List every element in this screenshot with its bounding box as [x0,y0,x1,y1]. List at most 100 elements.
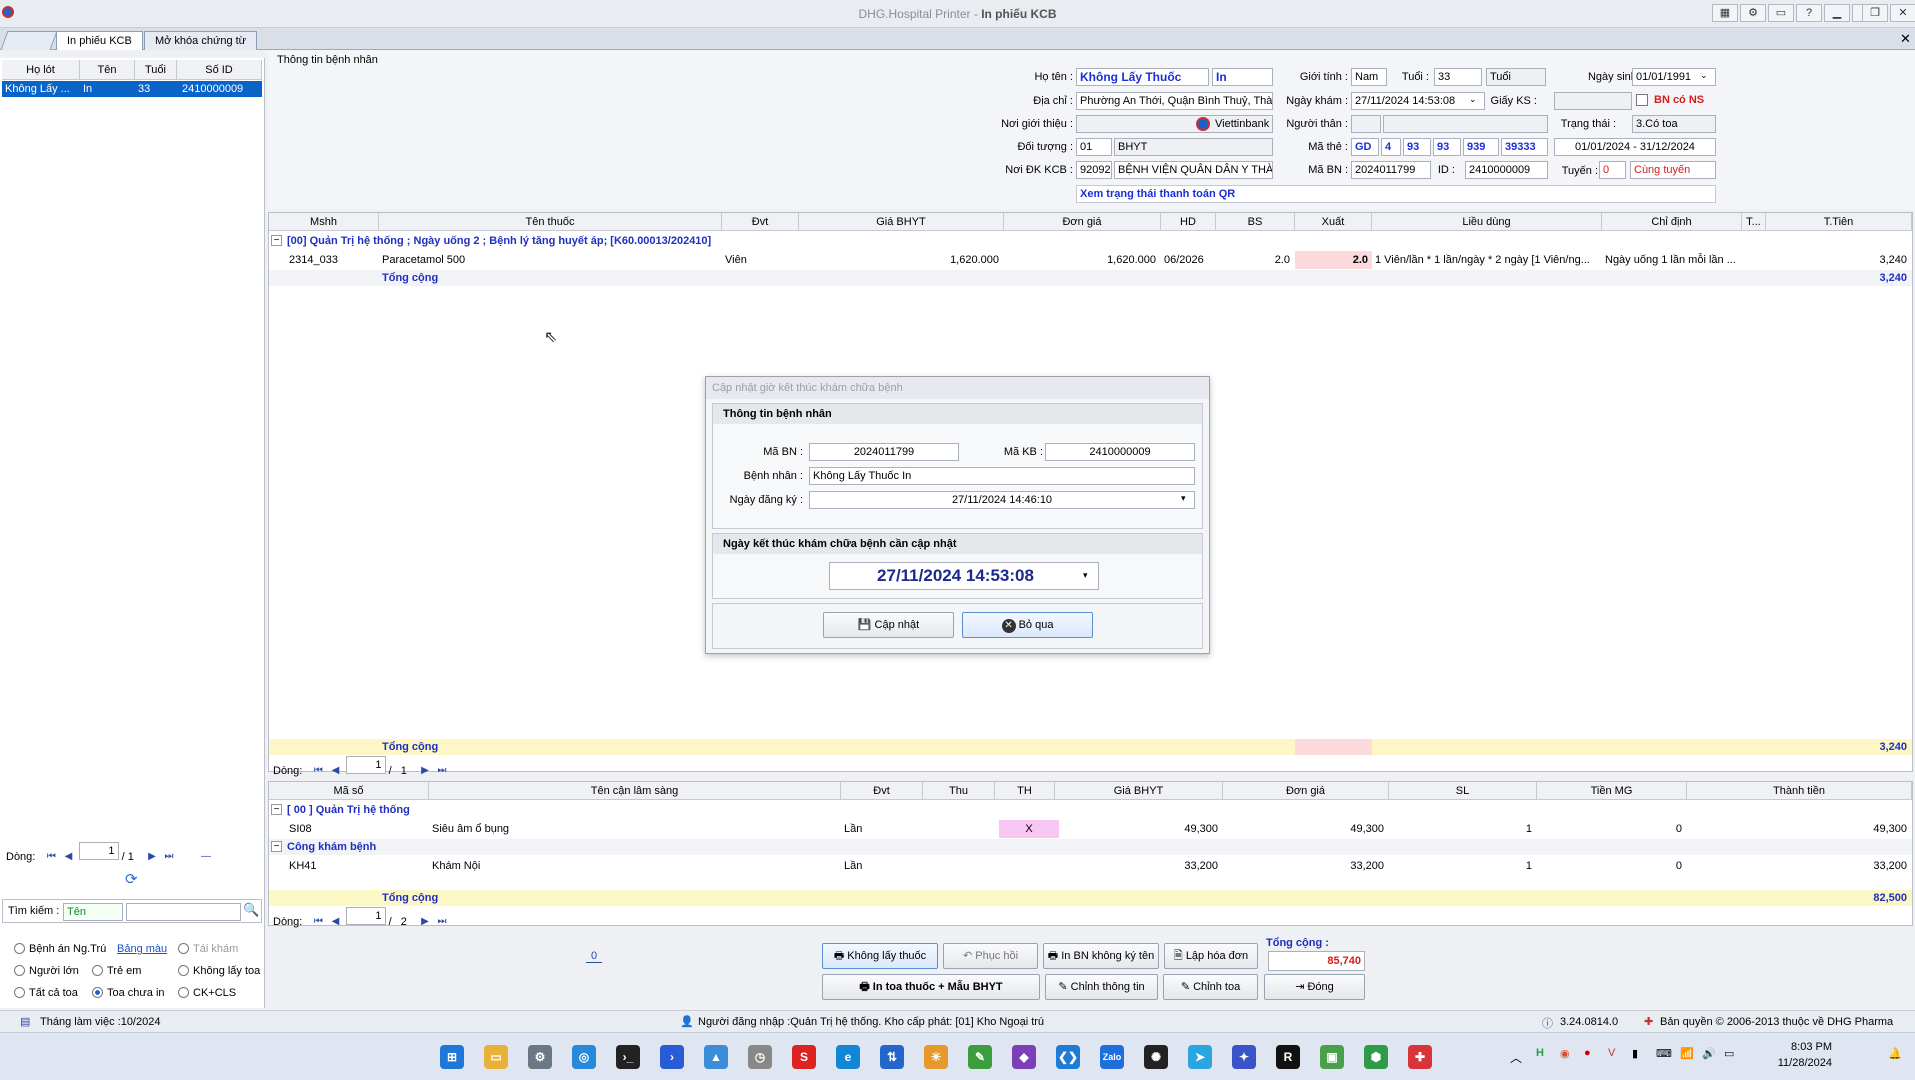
drug-group-row[interactable]: − [00] Quản Trị hệ thống ; Ngày uống 2 ;… [269,233,1912,249]
col-don-gia[interactable]: Đơn giá [1223,782,1389,800]
terminal-icon[interactable]: ›_ [616,1045,640,1069]
tab-mo-khoa[interactable]: Mở khóa chứng từ [144,31,258,50]
tuoi-input[interactable]: 33 [1434,68,1482,86]
maximize-button[interactable]: ❐ [1862,4,1888,22]
settings-icon[interactable]: ⚙ [1740,4,1766,22]
end-date-picker[interactable]: 27/11/2024 14:53:08 [829,562,1099,590]
dia-chi-input[interactable]: Phường An Thới, Quận Bình Thuỷ, Thành [1076,92,1273,110]
ma-bn-input[interactable]: 2024011799 [1351,161,1431,179]
close-button[interactable]: ✕ [1890,4,1915,22]
col-thanh-tien[interactable]: Thành tiền [1687,782,1912,800]
col-ten[interactable]: Tên [80,60,135,80]
ma-the-part[interactable]: 4 [1381,138,1401,156]
notification-bell-icon[interactable]: 🔔 [1888,1047,1902,1060]
col-don-gia[interactable]: Đơn giá [1004,213,1161,231]
calculator-icon[interactable]: ▦ [1712,4,1738,22]
col-tien-mg[interactable]: Tiền MG [1537,782,1687,800]
ma-kb-input[interactable]: 2410000009 [1045,443,1195,461]
refresh-icon[interactable]: ⟳ [125,870,138,888]
nguoi-than-code[interactable] [1351,115,1381,133]
clock-app-icon[interactable]: ◷ [748,1045,772,1069]
edge-browser-icon[interactable]: e [836,1045,860,1069]
col-xuat[interactable]: Xuất [1295,213,1372,231]
lap-hoa-don-button[interactable]: 🗎 Lập hóa đơn [1164,943,1258,969]
tray-battery-icon[interactable]: ▮ [1632,1047,1638,1060]
col-lieu-dung[interactable]: Liều dùng [1372,213,1602,231]
patient-row[interactable]: Không Lấy ... In 33 2410000009 [2,81,262,97]
option-toa-chua-in[interactable]: Toa chưa in [92,986,165,1000]
battery-icon[interactable]: ▭ [1724,1047,1734,1060]
search-input[interactable] [126,903,241,921]
noi-dk-input[interactable]: BỆNH VIỆN QUÂN DÂN Y THÀ [1114,161,1273,179]
cls-row[interactable]: KH41 Khám Nội Lần 33,200 33,200 1 0 33,2… [269,857,1912,875]
collapse-icon[interactable]: − [271,804,282,815]
design-app-icon[interactable]: ✦ [1232,1045,1256,1069]
drug-row[interactable]: 2314_033 Paracetamol 500 Viên 1,620.000 … [269,251,1912,269]
option-tat-ca-toa[interactable]: Tất cả toa [14,986,78,1000]
option-tai-kham[interactable]: Tái khám [178,942,238,956]
col-ma-so[interactable]: Mã số [269,782,429,800]
color-link[interactable]: Bảng màu [117,942,167,956]
next-page-icon[interactable]: ▶ [145,850,159,864]
col-ho-lot[interactable]: Họ lót [2,60,80,80]
window-icon[interactable]: ▭ [1768,4,1794,22]
first-page-icon[interactable]: ⏮ [311,764,325,778]
cap-nhat-button[interactable]: 💾 Cập nhật [823,612,954,638]
tray-keyboard-icon[interactable]: ⌨ [1656,1047,1672,1060]
page-input[interactable]: 1 [78,842,119,860]
hex-app-icon[interactable]: ⬢ [1364,1045,1388,1069]
bn-co-ns-checkbox[interactable] [1636,94,1648,106]
first-page-icon[interactable]: ⏮ [311,915,325,929]
collapse-icon[interactable]: − [271,841,282,852]
tab-blank[interactable] [0,31,58,50]
page-input[interactable]: 1 [345,907,386,925]
page-input[interactable]: 1 [345,756,386,774]
col-mshh[interactable]: Mshh [269,213,379,231]
ma-the-part[interactable]: 93 [1403,138,1431,156]
wifi-icon[interactable]: 📶 [1680,1047,1694,1060]
search-app-icon[interactable]: ◎ [572,1045,596,1069]
next-page-icon[interactable]: ▶ [418,764,432,778]
col-hd[interactable]: HD [1161,213,1216,231]
media-app-icon[interactable]: S [792,1045,816,1069]
col-dvt[interactable]: Đvt [722,213,799,231]
col-ten-thuoc[interactable]: Tên thuốc [379,213,722,231]
hospital-app-icon[interactable]: ✚ [1408,1045,1432,1069]
last-page-icon[interactable]: ⏭ [162,850,176,864]
ma-bn-input[interactable]: 2024011799 [809,443,959,461]
chevron-down-icon[interactable]: ⌄ [1469,94,1477,105]
clock-time[interactable]: 8:03 PM [1752,1041,1832,1053]
ma-the-part[interactable]: 93 [1433,138,1461,156]
ma-the-part[interactable]: GD [1351,138,1379,156]
close-tab-icon[interactable]: ✕ [1900,31,1911,47]
option-tre-em[interactable]: Trẻ em [92,964,141,978]
windows-start-icon[interactable]: ⊞ [440,1045,464,1069]
nguoi-than-input[interactable] [1383,115,1548,133]
ma-the-part[interactable]: 939 [1463,138,1499,156]
cell-xuat[interactable]: 2.0 [1295,251,1372,269]
tab-in-phieu-kcb[interactable]: In phiếu KCB [56,31,143,50]
id-input[interactable]: 2410000009 [1465,161,1548,179]
col-th[interactable]: TH [995,782,1055,800]
ngay-dk-input[interactable]: 27/11/2024 14:46:10 [809,491,1195,509]
tray-chevron-icon[interactable]: ︿ [1510,1049,1522,1066]
zalo-icon[interactable]: Zalo [1100,1045,1124,1069]
last-page-icon[interactable]: ⏭ [435,764,449,778]
sync-app-icon[interactable]: ⇅ [880,1045,904,1069]
tray-record-icon[interactable]: ● [1584,1047,1591,1059]
volume-icon[interactable]: 🔊 [1702,1047,1716,1060]
rider-icon[interactable]: R [1276,1045,1300,1069]
phuc-hoi-button[interactable]: ↶ Phục hồi [943,943,1038,969]
in-toa-thuoc-button[interactable]: 🖶 In toa thuốc + Mẫu BHYT [822,974,1040,1000]
col-tuoi[interactable]: Tuổi [135,60,177,80]
prev-page-icon[interactable]: ◀ [61,850,75,864]
col-so-id[interactable]: Số ID [177,60,262,80]
first-page-icon[interactable]: ⏮ [44,850,58,864]
collapse-icon[interactable]: − [271,235,282,246]
tray-h-icon[interactable]: H [1536,1047,1544,1059]
search-field-select[interactable]: Tên [63,903,123,921]
help-icon[interactable]: ? [1796,4,1822,22]
col-t-tien[interactable]: T.Tiên [1766,213,1912,231]
chevron-down-icon[interactable]: ▾ [1181,493,1186,504]
col-thu[interactable]: Thu [923,782,995,800]
